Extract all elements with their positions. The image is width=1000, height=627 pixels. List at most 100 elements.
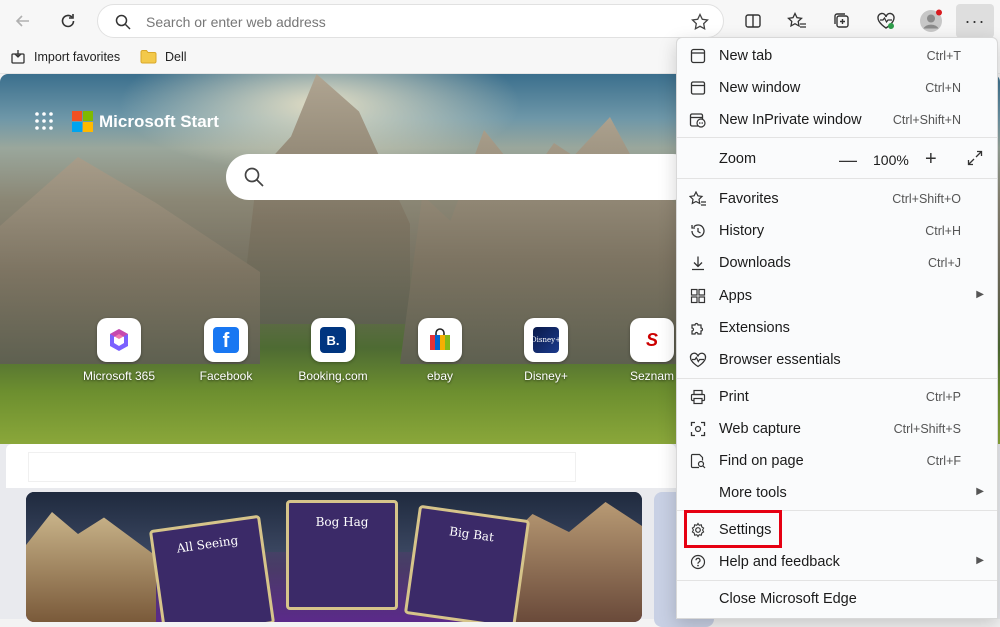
menu-item-label: New window xyxy=(719,80,801,96)
import-favorites-icon xyxy=(11,50,25,64)
menu-item-browser-essentials[interactable]: Browser essentials xyxy=(677,345,997,375)
brand-label: Microsoft Start xyxy=(99,111,219,131)
menu-item-new-window[interactable]: New window Ctrl+N xyxy=(677,73,997,103)
favorites-bar-item-dell[interactable]: Dell xyxy=(140,49,187,64)
browser-toolbar: Search or enter web address ··· xyxy=(0,0,1000,42)
quick-link-label: Microsoft 365 xyxy=(82,369,156,383)
menu-item-shortcut: Ctrl+Shift+O xyxy=(892,192,961,206)
menu-item-label: New tab xyxy=(719,48,773,64)
menu-item-label: New InPrivate window xyxy=(719,112,862,128)
quick-link-label: Booking.com xyxy=(298,369,368,383)
quick-link-label: ebay xyxy=(426,369,454,383)
menu-item-shortcut: Ctrl+P xyxy=(925,390,961,404)
menu-item-new-inprivate-window[interactable]: New InPrivate window Ctrl+Shift+N xyxy=(677,105,997,135)
game-card-title: Bog Hag xyxy=(315,515,369,529)
game-card-title: Big Bat xyxy=(448,524,495,545)
quick-link-facebook[interactable]: f Facebook xyxy=(176,318,276,383)
menu-item-downloads[interactable]: Downloads Ctrl+J xyxy=(677,248,997,278)
submenu-arrow-icon: ▶ xyxy=(976,555,984,566)
avatar-icon xyxy=(920,9,942,32)
refresh-button[interactable] xyxy=(53,6,83,36)
favorites-bar-item-label: Import favorites xyxy=(34,50,121,64)
menu-item-apps[interactable]: Apps ▶ xyxy=(677,281,997,311)
heart-pulse-icon xyxy=(877,12,895,29)
address-bar[interactable]: Search or enter web address xyxy=(97,4,724,38)
menu-divider xyxy=(677,580,997,581)
refresh-icon xyxy=(61,14,75,28)
feed-tab-strip[interactable] xyxy=(28,452,576,482)
menu-item-history[interactable]: History Ctrl+H xyxy=(677,216,997,246)
menu-item-label: History xyxy=(719,223,765,239)
quick-link-microsoft365[interactable]: Microsoft 365 xyxy=(69,318,169,383)
microsoft365-icon xyxy=(97,318,141,362)
menu-item-favorites[interactable]: Favorites Ctrl+Shift+O xyxy=(677,184,997,214)
menu-item-shortcut: Ctrl+T xyxy=(926,49,961,63)
favorites-bar-item-label: Dell xyxy=(165,49,187,64)
menu-item-label: Web capture xyxy=(719,421,801,437)
inprivate-window-icon xyxy=(689,111,707,129)
facebook-icon: f xyxy=(204,318,248,362)
settings-and-more-button[interactable]: ··· xyxy=(956,4,994,38)
new-tab-icon xyxy=(689,47,707,65)
quick-link-ebay[interactable]: ebay xyxy=(390,318,490,383)
heart-pulse-icon xyxy=(689,351,707,369)
favorites-bar-item-import[interactable]: Import favorites xyxy=(10,49,120,65)
settings-highlight-box xyxy=(684,510,782,548)
menu-divider xyxy=(677,178,997,179)
booking-icon: B. xyxy=(311,318,355,362)
back-button[interactable] xyxy=(8,6,38,36)
game-card-big-bat: Big Bat xyxy=(403,504,531,622)
feed-card-game[interactable]: All Seeing Bog Hag Big Bat xyxy=(26,492,642,622)
feed-header-bar xyxy=(6,444,676,488)
browser-essentials-button[interactable] xyxy=(871,6,901,36)
menu-item-label: Favorites xyxy=(719,191,779,207)
puzzle-piece-icon xyxy=(689,319,707,337)
menu-item-shortcut: Ctrl+F xyxy=(926,454,961,468)
app-launcher-button[interactable] xyxy=(35,112,53,135)
download-icon xyxy=(689,254,707,272)
quick-link-disney[interactable]: Disney+ Disney+ xyxy=(496,318,596,383)
menu-item-new-tab[interactable]: New tab Ctrl+T xyxy=(677,41,997,71)
menu-item-extensions[interactable]: Extensions xyxy=(677,313,997,343)
disney-glyph: Disney+ xyxy=(531,327,561,353)
menu-item-label: Downloads xyxy=(719,255,791,271)
menu-item-label: Print xyxy=(719,389,749,405)
favorites-icon xyxy=(689,190,707,208)
menu-item-label: Find on page xyxy=(719,453,804,469)
search-icon xyxy=(244,167,264,187)
collections-button[interactable] xyxy=(827,6,857,36)
menu-item-shortcut: Ctrl+J xyxy=(928,256,961,270)
menu-item-print[interactable]: Print Ctrl+P xyxy=(677,382,997,412)
quick-link-label: Facebook xyxy=(199,369,253,383)
folder-icon xyxy=(140,50,157,64)
game-card-title: All Seeing xyxy=(175,533,239,556)
split-screen-button[interactable] xyxy=(738,6,768,36)
add-favorite-star-icon[interactable] xyxy=(691,12,709,36)
ebay-bag-icon xyxy=(418,318,462,362)
menu-item-help-and-feedback[interactable]: Help and feedback ▶ xyxy=(677,547,997,577)
help-question-icon xyxy=(689,553,707,571)
favorites-star-list-icon xyxy=(787,12,806,28)
collections-icon xyxy=(834,13,849,28)
menu-item-more-tools[interactable]: More tools ▶ xyxy=(677,478,997,508)
favorites-button[interactable] xyxy=(782,6,812,36)
menu-item-label: Help and feedback xyxy=(719,554,840,570)
menu-item-web-capture[interactable]: Web capture Ctrl+Shift+S xyxy=(677,414,997,444)
zoom-in-button[interactable]: + xyxy=(925,148,937,171)
disney-plus-icon: Disney+ xyxy=(524,318,568,362)
page-search-box[interactable] xyxy=(226,154,696,200)
booking-glyph: B. xyxy=(320,327,346,353)
zoom-out-button[interactable]: — xyxy=(839,150,857,171)
menu-item-find-on-page[interactable]: Find on page Ctrl+F xyxy=(677,446,997,476)
profile-button[interactable] xyxy=(916,6,946,36)
menu-item-label: More tools xyxy=(719,485,787,501)
microsoft-start-brand[interactable]: Microsoft Start xyxy=(72,111,219,132)
fullscreen-icon[interactable] xyxy=(967,150,983,170)
menu-item-label: Extensions xyxy=(719,320,790,336)
app-launcher-grid-icon xyxy=(35,112,53,130)
back-arrow-icon xyxy=(15,15,29,27)
menu-divider xyxy=(677,137,997,138)
quick-link-booking[interactable]: B. Booking.com xyxy=(283,318,383,383)
microsoft-logo-icon xyxy=(72,111,93,132)
menu-item-close-microsoft-edge[interactable]: Close Microsoft Edge xyxy=(677,584,997,614)
